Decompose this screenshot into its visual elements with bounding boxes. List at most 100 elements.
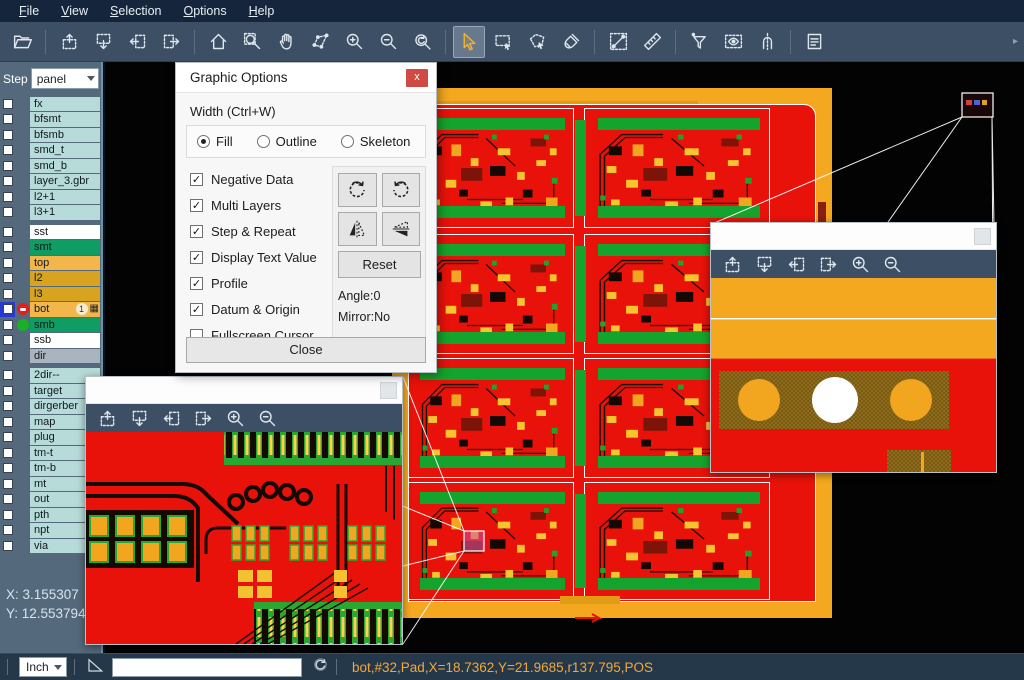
close-icon[interactable]: x bbox=[406, 69, 428, 87]
step-select[interactable]: panel bbox=[31, 68, 99, 89]
view-area-button[interactable] bbox=[717, 26, 749, 58]
layer-name[interactable]: dir bbox=[30, 349, 100, 364]
layer-visibility-checkbox[interactable] bbox=[0, 492, 15, 508]
pan-up-button[interactable] bbox=[719, 252, 745, 276]
layer-row-layer_3.gbr[interactable]: layer_3.gbr bbox=[0, 174, 101, 190]
window-button[interactable] bbox=[974, 228, 991, 245]
pcb-board[interactable] bbox=[584, 108, 770, 228]
layer-name[interactable]: bot1▦ bbox=[30, 302, 100, 317]
mirror-vertical-button[interactable] bbox=[382, 212, 421, 246]
layer-row-fx[interactable]: fx bbox=[0, 96, 101, 112]
zoom-window-button[interactable] bbox=[236, 26, 268, 58]
detail-zoom-titlebar[interactable] bbox=[86, 377, 402, 404]
layer-row-sst[interactable]: sst bbox=[0, 224, 101, 240]
layer-visibility-checkbox[interactable] bbox=[0, 112, 15, 128]
zoom-out-button[interactable] bbox=[879, 252, 905, 276]
pan-right-button[interactable] bbox=[155, 26, 187, 58]
pan-left-button[interactable] bbox=[121, 26, 153, 58]
layer-name[interactable]: ssb bbox=[30, 333, 100, 348]
window-button[interactable] bbox=[380, 382, 397, 399]
pan-left-button[interactable] bbox=[158, 406, 184, 430]
close-button[interactable]: Close bbox=[186, 337, 426, 363]
corner-zoom-window[interactable] bbox=[710, 222, 997, 473]
zoom-in-button[interactable] bbox=[847, 252, 873, 276]
layer-visibility-checkbox[interactable] bbox=[0, 205, 15, 221]
layer-visibility-checkbox[interactable] bbox=[0, 461, 15, 477]
angle-measure-icon[interactable] bbox=[86, 656, 104, 679]
checkbox-display-text-value[interactable]: ✓Display Text Value bbox=[190, 244, 332, 270]
layer-visibility-checkbox[interactable] bbox=[0, 368, 15, 384]
measure-distance-button[interactable] bbox=[602, 26, 634, 58]
zoom-out-button[interactable] bbox=[372, 26, 404, 58]
pcb-board[interactable] bbox=[408, 358, 574, 478]
layer-name[interactable]: l3+1 bbox=[30, 205, 100, 220]
mirror-horizontal-button[interactable] bbox=[338, 212, 377, 246]
layer-visibility-checkbox[interactable] bbox=[0, 143, 15, 159]
layer-visibility-checkbox[interactable] bbox=[0, 317, 15, 333]
pan-left-button[interactable] bbox=[783, 252, 809, 276]
select-cursor-button[interactable] bbox=[453, 26, 485, 58]
refresh-icon[interactable] bbox=[312, 656, 329, 678]
layer-row-ssb[interactable]: ssb bbox=[0, 333, 101, 349]
layer-visibility-checkbox[interactable] bbox=[0, 158, 15, 174]
layer-visibility-checkbox[interactable] bbox=[0, 302, 15, 318]
layer-visibility-checkbox[interactable] bbox=[0, 383, 15, 399]
ruler-button[interactable] bbox=[636, 26, 668, 58]
filter-button[interactable] bbox=[683, 26, 715, 58]
layer-visibility-checkbox[interactable] bbox=[0, 127, 15, 143]
pan-up-button[interactable] bbox=[53, 26, 85, 58]
layer-row-l3[interactable]: l3 bbox=[0, 286, 101, 302]
layer-visibility-checkbox[interactable] bbox=[0, 348, 15, 364]
radio-outline[interactable]: Outline bbox=[257, 134, 317, 149]
layer-row-dir[interactable]: dir bbox=[0, 348, 101, 364]
layer-visibility-checkbox[interactable] bbox=[0, 523, 15, 539]
layer-name[interactable]: l3 bbox=[30, 287, 100, 302]
layer-visibility-checkbox[interactable] bbox=[0, 430, 15, 446]
select-rectangle-button[interactable] bbox=[487, 26, 519, 58]
layer-visibility-checkbox[interactable] bbox=[0, 333, 15, 349]
checkbox-multi-layers[interactable]: ✓Multi Layers bbox=[190, 192, 332, 218]
pan-hand-button[interactable] bbox=[270, 26, 302, 58]
corner-zoom-titlebar[interactable] bbox=[711, 223, 996, 250]
checkbox-datum-origin[interactable]: ✓Datum & Origin bbox=[190, 296, 332, 322]
layer-visibility-checkbox[interactable] bbox=[0, 538, 15, 554]
pcb-board[interactable] bbox=[584, 482, 770, 600]
layer-visibility-checkbox[interactable] bbox=[0, 255, 15, 271]
toolbar-overflow-icon[interactable]: ▸ bbox=[1013, 36, 1018, 47]
rotate-cw-button[interactable] bbox=[338, 173, 377, 207]
pan-down-button[interactable] bbox=[751, 252, 777, 276]
zoom-in-button[interactable] bbox=[338, 26, 370, 58]
move-shape-button[interactable] bbox=[304, 26, 336, 58]
checkbox-step-repeat[interactable]: ✓Step & Repeat bbox=[190, 218, 332, 244]
layer-row-l3+1[interactable]: l3+1 bbox=[0, 205, 101, 221]
pcb-board[interactable] bbox=[408, 482, 574, 600]
report-button[interactable] bbox=[798, 26, 830, 58]
menu-selection[interactable]: Selection bbox=[99, 2, 172, 20]
reset-button[interactable]: Reset bbox=[338, 251, 421, 278]
dialog-titlebar[interactable]: Graphic Options x bbox=[176, 63, 436, 93]
pan-up-button[interactable] bbox=[94, 406, 120, 430]
layer-name[interactable]: bfsmt bbox=[30, 112, 100, 127]
layer-visibility-checkbox[interactable] bbox=[0, 399, 15, 415]
menu-help[interactable]: Help bbox=[238, 2, 286, 20]
layer-visibility-checkbox[interactable] bbox=[0, 174, 15, 190]
zoom-out-button[interactable] bbox=[254, 406, 280, 430]
select-polygon-button[interactable] bbox=[521, 26, 553, 58]
layer-row-l2+1[interactable]: l2+1 bbox=[0, 189, 101, 205]
pan-right-button[interactable] bbox=[190, 406, 216, 430]
zoom-home-button[interactable] bbox=[202, 26, 234, 58]
layer-name[interactable]: smd_t bbox=[30, 143, 100, 158]
checkbox-negative-data[interactable]: ✓Negative Data bbox=[190, 166, 332, 192]
layer-name[interactable]: l2+1 bbox=[30, 190, 100, 205]
layer-visibility-checkbox[interactable] bbox=[0, 189, 15, 205]
menu-view[interactable]: View bbox=[50, 2, 99, 20]
layer-row-top[interactable]: top bbox=[0, 255, 101, 271]
layer-visibility-checkbox[interactable] bbox=[0, 224, 15, 240]
radio-fill[interactable]: Fill bbox=[197, 134, 233, 149]
layer-visibility-checkbox[interactable] bbox=[0, 476, 15, 492]
layer-name[interactable]: fx bbox=[30, 97, 100, 112]
layer-visibility-checkbox[interactable] bbox=[0, 414, 15, 430]
rotate-ccw-button[interactable] bbox=[382, 173, 421, 207]
layer-row-bfsmb[interactable]: bfsmb bbox=[0, 127, 101, 143]
pan-right-button[interactable] bbox=[815, 252, 841, 276]
